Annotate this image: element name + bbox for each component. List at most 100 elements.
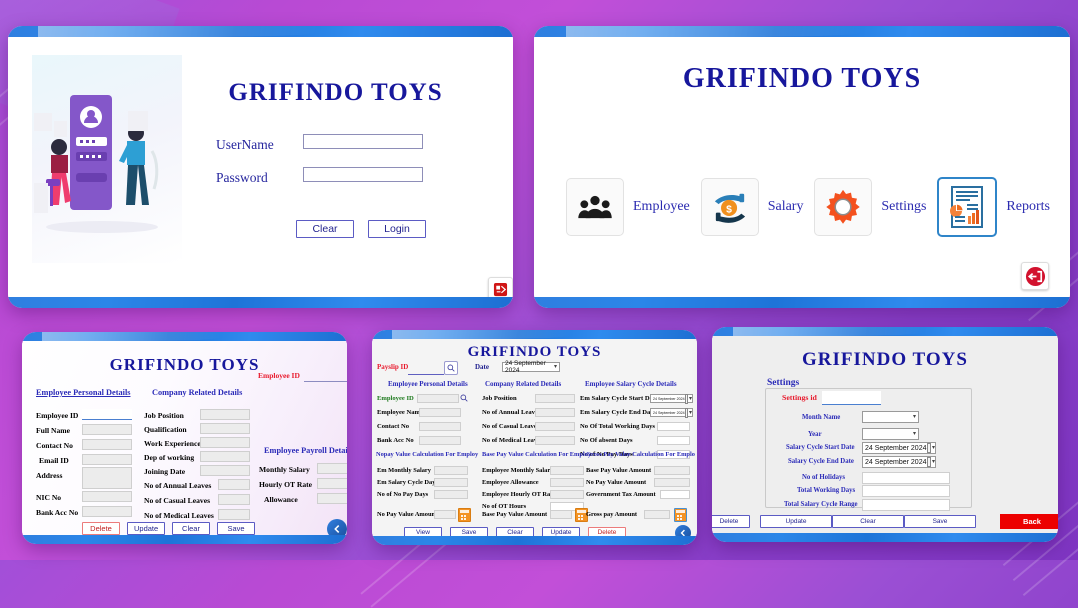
input-joining-date[interactable] [200,465,250,476]
main-menu-window: GRIFINDO TOYS Employee $ Salary Settings… [534,26,1070,308]
input-allowance[interactable] [317,493,347,504]
calculator-icon[interactable] [674,508,687,522]
calendar-icon[interactable] [926,457,931,467]
input-np-no-pay-days[interactable] [434,490,468,499]
clear-button[interactable]: Clear [172,522,210,535]
input-gp-no-pay-amount[interactable] [654,478,690,487]
input-nic-no[interactable] [82,491,132,502]
input-qualification[interactable] [200,423,250,434]
label-total-working-days: Total Working Days [797,487,856,494]
input-gp-base-pay-amount[interactable] [654,466,690,475]
input-employee-allowance[interactable] [550,478,584,487]
input-address[interactable] [82,467,132,489]
input-pr-employee-id[interactable] [417,394,459,403]
input-government-tax-amount[interactable] [660,490,690,499]
settings-tile[interactable] [814,178,873,236]
clear-button[interactable]: Clear [296,220,354,238]
menu-item-employee[interactable]: Employee [566,178,690,236]
input-pr-annual-leaves[interactable] [535,408,575,417]
input-pr-contact-no[interactable] [419,422,461,431]
username-input[interactable] [303,134,423,149]
hand-money-icon: $ [714,193,745,223]
input-monthly-salary[interactable] [317,463,347,474]
delete-button[interactable]: Delete [712,515,750,528]
input-em-salary-cycle-days[interactable] [434,478,468,487]
input-no-of-holidays[interactable] [862,472,950,484]
input-pr-casual-leaves[interactable] [535,422,575,431]
employee-search-input[interactable] [304,371,347,382]
input-employee-id[interactable] [82,409,132,420]
save-button[interactable]: Save [217,522,255,535]
label-employee-allowance: Employee Allowance [482,479,539,486]
delete-button[interactable]: Delete [82,522,120,535]
update-button[interactable]: Update [760,515,832,528]
save-button[interactable]: Save [904,515,976,528]
section-salary-cycle-details: Employee Salary Cycle Details [585,380,677,388]
calculator-icon[interactable] [458,508,471,522]
input-result-base-pay-value[interactable] [550,510,572,519]
input-total-salary-cycle-range[interactable] [862,499,950,511]
input-absent-days[interactable] [657,436,690,445]
calendar-icon[interactable] [684,407,688,418]
menu-item-reports[interactable]: Reports [937,177,1050,237]
input-employee-hourly-ot-rate[interactable] [550,490,584,499]
update-button[interactable]: Update [127,522,165,535]
input-full-name[interactable] [82,424,132,435]
settings-id-input[interactable] [822,391,881,405]
input-result-no-pay-value[interactable] [434,510,456,519]
input-em-monthly-salary[interactable] [434,466,468,475]
label-month-name: Month Name [802,414,841,421]
calendar-icon[interactable] [926,443,931,453]
payslip-id-input[interactable] [408,363,444,375]
menu-item-settings[interactable]: Settings [814,178,927,236]
password-input[interactable] [303,167,423,182]
input-hourly-ot-rate[interactable] [317,478,347,489]
input-result-gross-pay[interactable] [644,510,670,519]
calendar-icon[interactable] [684,393,688,404]
employee-id-search-icon[interactable] [459,393,469,403]
input-dep-of-working[interactable] [200,451,250,462]
input-email-id[interactable] [82,454,132,465]
month-name-combo[interactable]: ▾ [862,411,919,423]
salary-tile[interactable]: $ [700,178,759,236]
input-pr-medical-leaves[interactable] [535,436,575,445]
menu-items: Employee $ Salary Settings Reports [566,177,1050,237]
input-work-experience[interactable] [200,437,250,448]
menu-item-salary[interactable]: $ Salary [700,178,803,236]
logout-circle-icon[interactable] [1021,262,1049,290]
input-annual-leaves[interactable] [218,479,250,490]
input-medical-leaves[interactable] [218,509,250,520]
year-combo[interactable]: ▾ [862,428,919,440]
input-total-working-days[interactable] [862,485,950,497]
label-nic-no: NIC No [36,493,62,502]
input-pr-job-position[interactable] [535,394,575,403]
login-button[interactable]: Login [368,220,426,238]
window-bottom-bar [22,535,347,544]
input-contact-no[interactable] [82,439,132,450]
salary-cycle-start-date-picker[interactable]: 24 September 2024 ▾ [862,442,936,454]
clear-button[interactable]: Clear [832,515,904,528]
cycle-end-date-picker[interactable]: 24 September 2024 ▾ [650,407,693,418]
input-employee-monthly-salary[interactable] [550,466,584,475]
username-row: UserName [216,137,274,153]
reports-tile[interactable] [937,177,998,237]
window-title-bar [372,330,697,339]
back-button[interactable]: Back [1000,514,1058,529]
date-picker[interactable]: 24 September 2024 ▾ [502,360,560,374]
input-pr-bank-acc-no[interactable] [419,436,461,445]
payslip-search-icon[interactable] [444,361,458,375]
label-gp-base-pay-amount: Base Pay Value Amount [586,467,652,474]
input-bank-acc-no[interactable] [82,506,132,517]
username-label: UserName [216,137,274,152]
input-total-working-days[interactable] [657,422,690,431]
cycle-start-date-picker[interactable]: 24 September 2024 ▾ [650,393,693,404]
settings-id-label: Settings id [782,393,817,402]
salary-cycle-end-date-picker[interactable]: 24 September 2024 ▾ [862,456,936,468]
input-casual-leaves[interactable] [218,494,250,505]
input-employee-name[interactable] [419,408,461,417]
label-cycle-start-date: Em Salary Cycle Start Date [580,395,659,402]
employee-tile[interactable] [566,178,624,236]
chevron-down-icon: ▾ [931,459,935,465]
input-job-position[interactable] [200,409,250,420]
menu-label-settings: Settings [881,199,927,214]
